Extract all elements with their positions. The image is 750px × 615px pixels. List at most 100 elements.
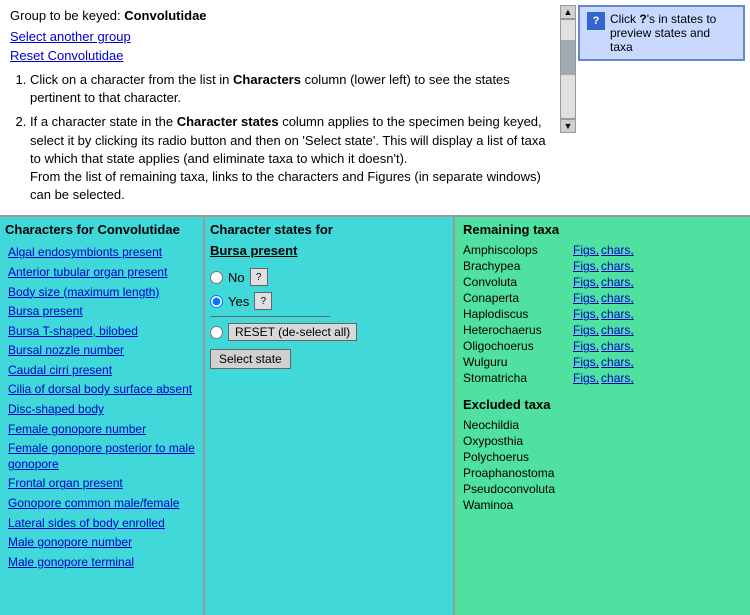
- excluded-title: Excluded taxa: [463, 397, 742, 412]
- excluded-item: Pseudoconvoluta: [463, 482, 742, 496]
- select-state-button[interactable]: Select state: [210, 349, 291, 369]
- taxon-links: Figs,chars,: [573, 259, 636, 273]
- taxa-row: BrachypeaFigs,chars,: [463, 259, 742, 273]
- reset-option[interactable]: RESET (de-select all): [210, 323, 448, 341]
- chars-link[interactable]: chars,: [601, 243, 634, 257]
- chars-link[interactable]: chars,: [601, 355, 634, 369]
- state-option-yes[interactable]: Yes?: [210, 292, 448, 310]
- taxon-links: Figs,chars,: [573, 307, 636, 321]
- radio-no[interactable]: [210, 271, 223, 284]
- taxon-name: Amphiscolops: [463, 243, 573, 257]
- character-item[interactable]: Female gonopore posterior to male gonopo…: [5, 439, 198, 474]
- character-item[interactable]: Caudal cirri present: [5, 361, 198, 381]
- reset-link[interactable]: Reset Convolutidae: [10, 48, 123, 63]
- taxa-row: OligochoerusFigs,chars,: [463, 339, 742, 353]
- reset-radio[interactable]: [210, 326, 223, 339]
- character-name: Bursa present: [210, 243, 448, 258]
- character-item[interactable]: Female gonopore number: [5, 420, 198, 440]
- taxon-name: Stomatricha: [463, 371, 573, 385]
- figs-link[interactable]: Figs,: [573, 259, 599, 273]
- taxon-name: Conaperta: [463, 291, 573, 305]
- chars-link[interactable]: chars,: [601, 259, 634, 273]
- taxon-name: Haplodiscus: [463, 307, 573, 321]
- character-item[interactable]: Body size (maximum length): [5, 283, 198, 303]
- figs-link[interactable]: Figs,: [573, 371, 599, 385]
- characters-col-title: Characters for Convolutidae: [5, 222, 198, 237]
- taxon-links: Figs,chars,: [573, 355, 636, 369]
- taxon-links: Figs,chars,: [573, 339, 636, 353]
- group-name: Convolutidae: [124, 8, 206, 23]
- hint-icon: ?: [587, 12, 605, 30]
- taxa-row: WulguruFigs,chars,: [463, 355, 742, 369]
- taxon-links: Figs,chars,: [573, 243, 636, 257]
- chars-link[interactable]: chars,: [601, 323, 634, 337]
- character-item[interactable]: Bursa present: [5, 302, 198, 322]
- taxa-row: HaplodiscusFigs,chars,: [463, 307, 742, 321]
- figs-link[interactable]: Figs,: [573, 243, 599, 257]
- taxon-links: Figs,chars,: [573, 291, 636, 305]
- excluded-item: Oxyposthia: [463, 434, 742, 448]
- character-item[interactable]: Frontal organ present: [5, 474, 198, 494]
- states-options: No?Yes?: [210, 268, 448, 310]
- character-item[interactable]: Cilia of dorsal body surface absent: [5, 380, 198, 400]
- select-group-link[interactable]: Select another group: [10, 29, 131, 44]
- hint-box: ? Click ?'s in states to preview states …: [578, 5, 745, 61]
- instructions: Click on a character from the list in Ch…: [10, 71, 550, 204]
- remaining-taxa: AmphiscolopsFigs,chars,BrachypeaFigs,cha…: [463, 243, 742, 385]
- taxon-name: Oligochoerus: [463, 339, 573, 353]
- taxon-links: Figs,chars,: [573, 323, 636, 337]
- radio-yes[interactable]: [210, 295, 223, 308]
- taxa-row: StomatrichaFigs,chars,: [463, 371, 742, 385]
- taxon-name: Heterochaerus: [463, 323, 573, 337]
- scroll-down-arrow[interactable]: ▼: [560, 119, 576, 133]
- character-item[interactable]: Anterior tubular organ present: [5, 263, 198, 283]
- state-preview-icon-yes[interactable]: ?: [254, 292, 272, 310]
- scroll-track: [560, 19, 576, 119]
- reset-label[interactable]: RESET (de-select all): [228, 323, 357, 341]
- taxon-links: Figs,chars,: [573, 371, 636, 385]
- hint-text: Click ?'s in states to preview states an…: [610, 12, 736, 54]
- figs-link[interactable]: Figs,: [573, 307, 599, 321]
- state-label-yes: Yes: [228, 294, 249, 309]
- taxa-row: AmphiscolopsFigs,chars,: [463, 243, 742, 257]
- character-item[interactable]: Male gonopore number: [5, 533, 198, 553]
- taxon-name: Wulguru: [463, 355, 573, 369]
- figs-link[interactable]: Figs,: [573, 323, 599, 337]
- figs-link[interactable]: Figs,: [573, 339, 599, 353]
- chars-link[interactable]: chars,: [601, 291, 634, 305]
- chars-link[interactable]: chars,: [601, 275, 634, 289]
- excluded-item: Neochildia: [463, 418, 742, 432]
- taxa-col-title: Remaining taxa: [463, 222, 742, 237]
- character-item[interactable]: Bursal nozzle number: [5, 341, 198, 361]
- figs-link[interactable]: Figs,: [573, 291, 599, 305]
- excluded-item: Waminoa: [463, 498, 742, 512]
- chars-link[interactable]: chars,: [601, 339, 634, 353]
- character-item[interactable]: Algal endosymbionts present: [5, 243, 198, 263]
- state-label-no: No: [228, 270, 245, 285]
- character-item[interactable]: Gonopore common male/female: [5, 494, 198, 514]
- character-item[interactable]: Male gonopore terminal: [5, 553, 198, 573]
- state-option-no[interactable]: No?: [210, 268, 448, 286]
- taxon-name: Convoluta: [463, 275, 573, 289]
- character-item[interactable]: Bursa T-shaped, bilobed: [5, 322, 198, 342]
- taxon-links: Figs,chars,: [573, 275, 636, 289]
- characters-list: Algal endosymbionts presentAnterior tubu…: [5, 243, 198, 572]
- state-preview-icon-no[interactable]: ?: [250, 268, 268, 286]
- taxa-row: ConvolutaFigs,chars,: [463, 275, 742, 289]
- chars-link[interactable]: chars,: [601, 371, 634, 385]
- figs-link[interactable]: Figs,: [573, 275, 599, 289]
- chars-link[interactable]: chars,: [601, 307, 634, 321]
- scroll-up-arrow[interactable]: ▲: [560, 5, 576, 19]
- figs-link[interactable]: Figs,: [573, 355, 599, 369]
- group-label: Group to be keyed: Convolutidae: [10, 8, 550, 23]
- scroll-thumb[interactable]: [561, 40, 575, 75]
- excluded-taxa: Neochildia Oxyposthia Polychoerus Proaphano…: [463, 418, 742, 512]
- character-item[interactable]: Disc-shaped body: [5, 400, 198, 420]
- excluded-item: Polychoerus: [463, 450, 742, 464]
- character-item[interactable]: Lateral sides of body enrolled: [5, 514, 198, 534]
- taxon-name: Brachypea: [463, 259, 573, 273]
- taxa-row: ConapertaFigs,chars,: [463, 291, 742, 305]
- states-col-title: Character states for: [210, 222, 448, 237]
- taxa-row: HeterochaerusFigs,chars,: [463, 323, 742, 337]
- excluded-item: Proaphanostoma: [463, 466, 742, 480]
